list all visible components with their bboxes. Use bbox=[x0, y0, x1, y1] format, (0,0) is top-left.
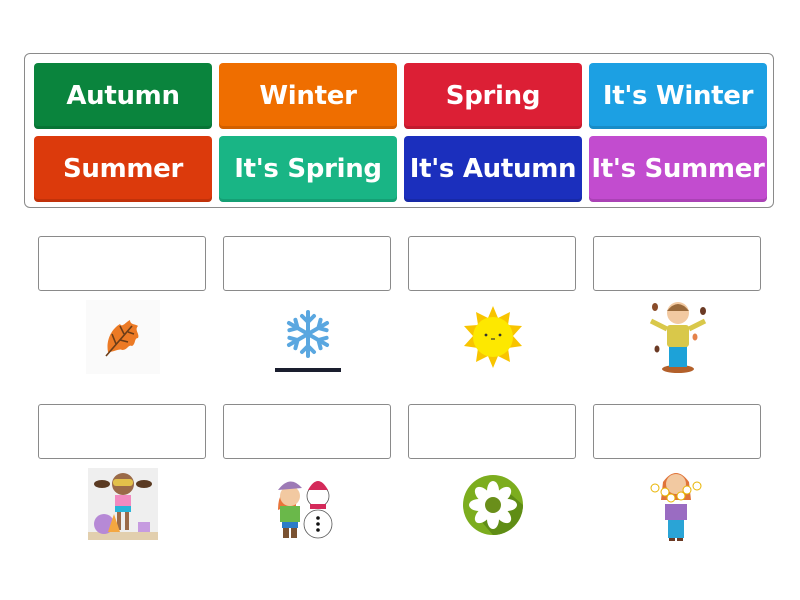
tile-its-summer[interactable]: It's Summer bbox=[589, 136, 767, 202]
snowflake-icon bbox=[275, 310, 341, 372]
sun-icon bbox=[464, 306, 522, 368]
tile-its-winter[interactable]: It's Winter bbox=[589, 63, 767, 129]
drop-zone-4[interactable] bbox=[593, 236, 761, 291]
drop-zone-2[interactable] bbox=[223, 236, 391, 291]
tile-winter[interactable]: Winter bbox=[219, 63, 397, 129]
autumn-leaf-image bbox=[86, 300, 160, 374]
girl-flowers-image bbox=[641, 466, 711, 542]
tile-summer[interactable]: Summer bbox=[34, 136, 212, 202]
girl-snowman-image bbox=[266, 466, 346, 542]
sun-image bbox=[456, 300, 530, 374]
girl-with-snowman-icon bbox=[278, 481, 333, 539]
girl-at-beach-icon bbox=[88, 473, 158, 540]
drop-zone-7[interactable] bbox=[408, 404, 576, 459]
drop-zone-3[interactable] bbox=[408, 236, 576, 291]
drop-zone-8[interactable] bbox=[593, 404, 761, 459]
flower-image bbox=[456, 468, 530, 542]
tile-spring[interactable]: Spring bbox=[404, 63, 582, 129]
girl-beach-image bbox=[88, 468, 158, 540]
tile-autumn[interactable]: Autumn bbox=[34, 63, 212, 129]
tile-its-spring[interactable]: It's Spring bbox=[219, 136, 397, 202]
drop-zone-6[interactable] bbox=[223, 404, 391, 459]
tile-its-autumn[interactable]: It's Autumn bbox=[404, 136, 582, 202]
boy-autumn-image bbox=[641, 298, 715, 373]
drop-zone-1[interactable] bbox=[38, 236, 206, 291]
snowflake-image bbox=[271, 300, 345, 374]
boy-with-leaves-icon bbox=[649, 302, 707, 373]
leaf-icon bbox=[105, 320, 139, 357]
girl-with-flowers-icon bbox=[650, 473, 702, 541]
drop-zone-5[interactable] bbox=[38, 404, 206, 459]
flower-icon bbox=[463, 475, 523, 535]
